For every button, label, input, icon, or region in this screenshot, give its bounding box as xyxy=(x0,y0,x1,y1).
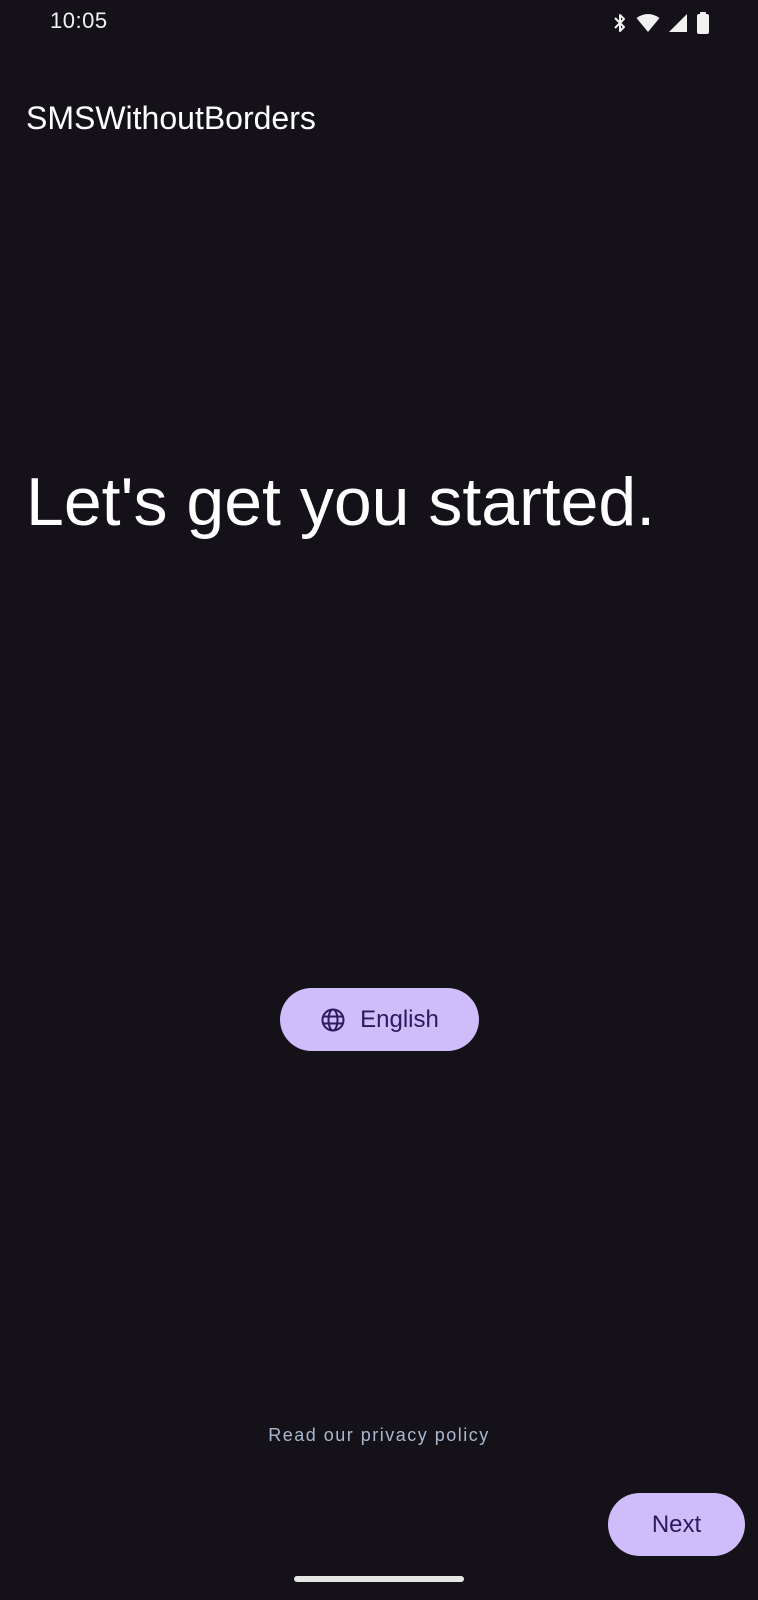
wifi-icon xyxy=(636,13,660,33)
home-indicator[interactable] xyxy=(294,1576,464,1582)
app-title: SMSWithoutBorders xyxy=(26,100,316,136)
cellular-signal-icon xyxy=(668,13,688,33)
globe-icon xyxy=(320,1007,346,1033)
status-time: 10:05 xyxy=(50,8,108,33)
next-button[interactable]: Next xyxy=(608,1493,745,1556)
status-bar: 10:05 xyxy=(0,0,758,48)
onboarding-headline: Let's get you started. xyxy=(26,464,656,540)
bluetooth-icon xyxy=(612,12,628,34)
language-selector-button[interactable]: English xyxy=(280,988,479,1051)
privacy-policy-link[interactable]: Read our privacy policy xyxy=(0,1425,758,1446)
battery-icon xyxy=(696,12,710,34)
language-label: English xyxy=(360,1005,439,1033)
status-icons xyxy=(612,10,710,36)
